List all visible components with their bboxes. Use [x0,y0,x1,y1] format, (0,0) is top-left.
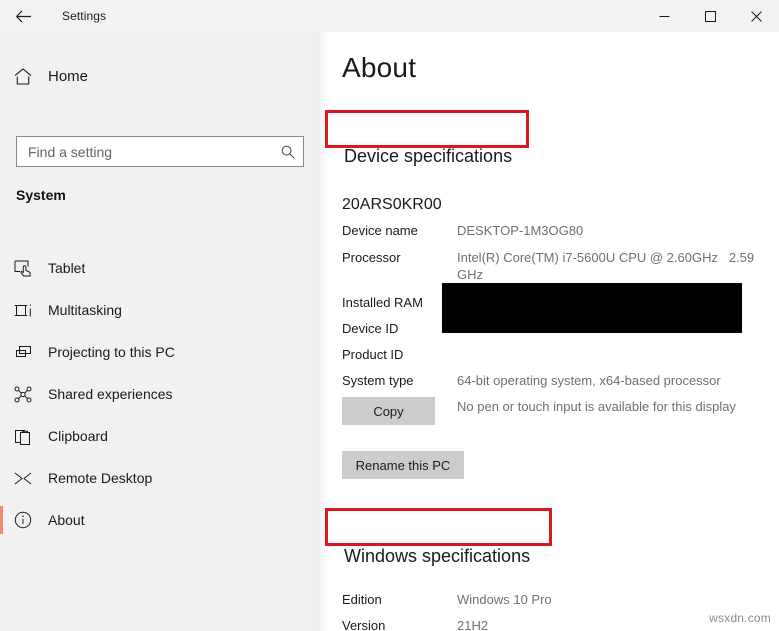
sidebar-item-label: About [48,512,85,528]
spec-label: Version [342,618,386,631]
spec-value: 64-bit operating system, x64-based proce… [457,373,721,388]
sidebar-item-label: Shared experiences [48,386,173,402]
device-model-name: 20ARS0KR00 [342,196,442,213]
sidebar-item-tablet[interactable]: Tablet [0,247,320,289]
spec-value: DESKTOP-1M3OG80 [457,223,584,238]
home-icon [0,67,46,85]
spec-value [457,346,779,363]
sidebar: Home System Tablet [0,32,320,631]
tablet-icon [0,260,46,277]
sidebar-item-projecting[interactable]: Projecting to this PC [0,331,320,373]
sidebar-item-about[interactable]: About [0,499,320,541]
spec-value: Intel(R) Core(TM) i7-5600U CPU @ 2.60GHz… [457,250,758,282]
window-controls [641,0,779,32]
page-title: About [342,52,417,83]
spec-row-processor: Processor Intel(R) Core(TM) i7-5600U CPU… [342,249,779,283]
projecting-icon [0,344,46,361]
spec-label: Installed RAM [342,295,423,310]
device-specifications-heading: Device specifications [344,146,513,166]
close-button[interactable] [733,0,779,32]
spec-row-system-type: System type 64-bit operating system, x64… [342,372,779,389]
spec-label: Device ID [342,321,399,336]
spec-row-product-id: Product ID [342,346,779,363]
sidebar-item-label: Tablet [48,260,86,276]
remote-desktop-icon [0,470,46,487]
main-content: About Device specifications 20ARS0KR00 D… [328,32,779,631]
title-bar: Settings [0,0,779,32]
shared-experiences-icon [0,386,46,403]
search-icon[interactable] [273,137,303,166]
spec-row-edition: Edition Windows 10 Pro [342,591,779,608]
redacted-ids-block [442,283,742,333]
sidebar-item-label: Clipboard [48,428,108,444]
sidebar-item-multitasking[interactable]: Multitasking [0,289,320,331]
search-box[interactable] [16,136,304,167]
spec-label: Edition [342,592,382,607]
sidebar-item-label: Multitasking [48,302,122,318]
info-icon [0,511,46,529]
watermark: wsxdn.com [709,611,771,625]
clipboard-icon [0,428,46,445]
spec-label: Processor [342,250,401,265]
search-input[interactable] [17,137,273,166]
minimize-button[interactable] [641,0,687,32]
copy-button[interactable]: Copy [342,397,435,425]
back-button[interactable] [0,0,46,32]
spec-label: Product ID [342,347,404,362]
sidebar-item-label: Projecting to this PC [48,344,175,360]
window-title: Settings [62,9,107,23]
sidebar-item-home[interactable]: Home [0,58,320,94]
spec-label: System type [342,373,414,388]
spec-value: No pen or touch input is available for t… [457,399,736,414]
sidebar-divider-shadow [320,32,328,631]
spec-value: Windows 10 Pro [457,592,552,607]
sidebar-item-label: Remote Desktop [48,470,153,486]
home-label: Home [48,67,89,85]
spec-label: Device name [342,223,418,238]
sidebar-nav-list: Tablet Multitasking Projecting to this P… [0,247,320,541]
sidebar-item-remote-desktop[interactable]: Remote Desktop [0,457,320,499]
spec-row-device-name: Device name DESKTOP-1M3OG80 [342,222,779,239]
sidebar-item-shared-experiences[interactable]: Shared experiences [0,373,320,415]
windows-specifications-heading: Windows specifications [344,546,531,566]
sidebar-item-clipboard[interactable]: Clipboard [0,415,320,457]
sidebar-group-title: System [16,187,66,203]
settings-window: Settings Home Find a setting System Tabl… [0,0,779,631]
multitasking-icon [0,302,46,319]
rename-pc-button[interactable]: Rename this PC [342,451,464,479]
maximize-button[interactable] [687,0,733,32]
